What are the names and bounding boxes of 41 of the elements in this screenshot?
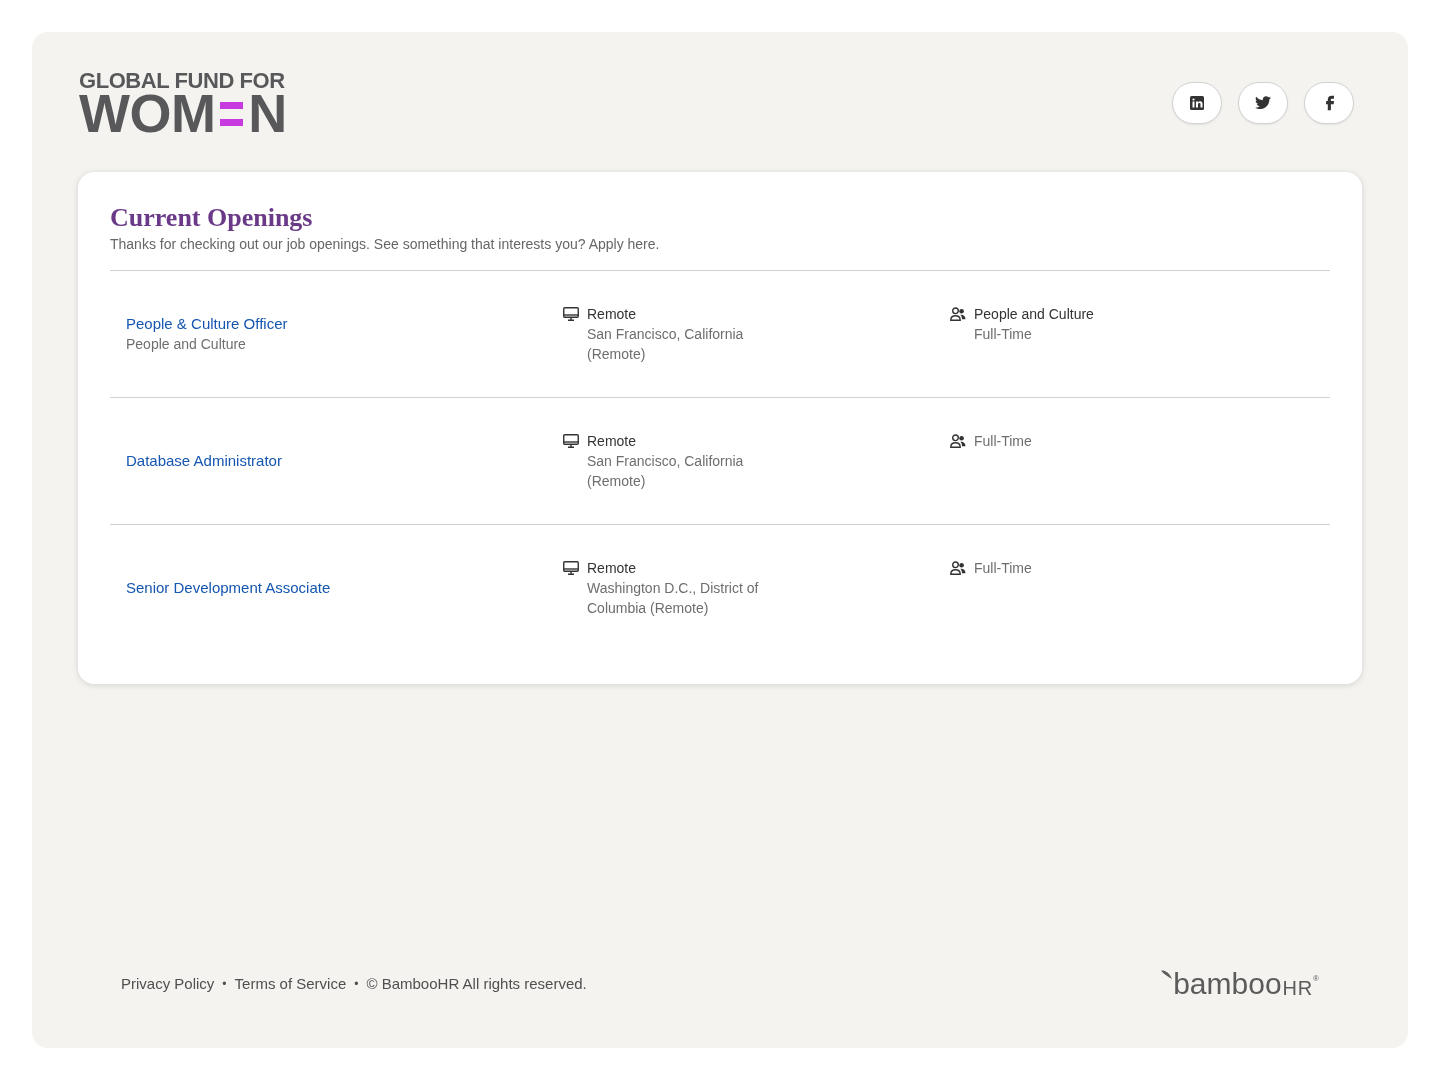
logo-text: GLOBAL FUND FOR	[79, 70, 285, 92]
department-text: People and Culture	[974, 305, 1094, 325]
footer-link[interactable]: Terms of Service	[234, 972, 347, 996]
employment-type: Full-Time	[974, 325, 1032, 345]
job-title-link[interactable]: Database Administrator	[126, 451, 282, 472]
monitor-icon	[563, 307, 579, 322]
job-department: People and Culture	[126, 335, 246, 355]
footer-link[interactable]: Privacy Policy	[121, 972, 215, 996]
location-text: San Francisco, California (Remote)	[587, 452, 745, 492]
job-title-link[interactable]: People & Culture Officer	[126, 314, 288, 335]
location-type: Remote	[587, 559, 637, 579]
brand-suffix: HR	[1282, 978, 1314, 998]
page-heading: Current Openings	[110, 202, 313, 235]
people-icon	[950, 434, 966, 449]
registered-mark: ®	[1313, 975, 1319, 983]
leaf-icon	[1161, 970, 1173, 979]
equals-bars-icon	[220, 101, 244, 126]
intro-text: Thanks for checking out our job openings. See something that interests you? Apply here.	[110, 235, 661, 255]
facebook-button[interactable]	[1304, 81, 1354, 124]
location-text: San Francisco, California (Remote)	[587, 325, 745, 365]
separator-text: •	[354, 976, 359, 993]
monitor-icon	[563, 561, 579, 576]
location-type: Remote	[587, 305, 637, 325]
people-icon	[950, 561, 966, 576]
separator-text: •	[222, 976, 227, 993]
monitor-icon	[563, 434, 579, 449]
facebook-icon	[1324, 94, 1334, 111]
employment-type: Full-Time	[974, 559, 1032, 579]
twitter-icon	[1255, 96, 1271, 110]
employment-type: Full-Time	[974, 432, 1032, 452]
job-title-link[interactable]: Senior Development Associate	[126, 578, 331, 599]
twitter-button[interactable]	[1238, 81, 1288, 124]
copyright-text: © BambooHR All rights reserved.	[366, 974, 587, 994]
people-icon	[950, 307, 966, 322]
logo-text: N	[248, 92, 288, 136]
location-text: Washington D.C., District of Columbia (Remote)	[587, 579, 760, 619]
brand-name: bamboo	[1173, 969, 1282, 999]
linkedin-icon	[1190, 95, 1204, 110]
location-type: Remote	[587, 432, 637, 452]
logo-text: WOM	[79, 92, 216, 136]
linkedin-button[interactable]	[1172, 81, 1222, 124]
